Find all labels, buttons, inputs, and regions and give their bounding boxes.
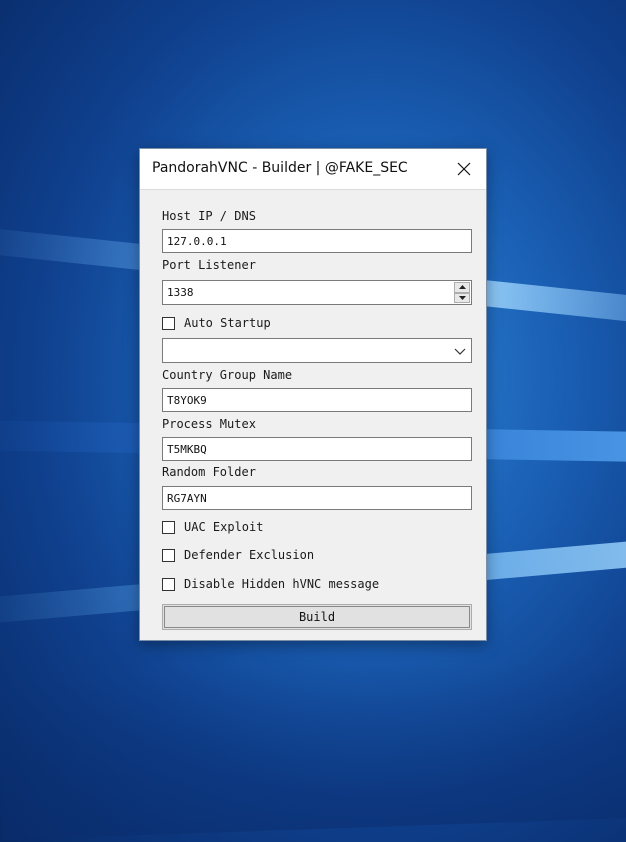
host-label: Host IP / DNS — [162, 209, 256, 223]
uac-checkbox[interactable] — [162, 520, 175, 534]
uac-checkbox-row[interactable]: UAC Exploit — [162, 519, 263, 535]
arrow-up-icon — [458, 285, 466, 290]
title-bar[interactable]: PandorahVNC - Builder | @FAKE_SEC — [140, 149, 486, 189]
mutex-input[interactable] — [162, 437, 472, 461]
host-input[interactable] — [162, 229, 472, 253]
random-folder-label: Random Folder — [162, 465, 256, 479]
port-spin-buttons — [454, 282, 470, 303]
build-button-label: Build — [298, 610, 336, 624]
arrow-down-icon — [458, 295, 466, 300]
startup-dropdown[interactable] — [162, 338, 472, 363]
country-group-input[interactable] — [162, 388, 472, 412]
port-label: Port Listener — [162, 258, 256, 272]
uac-label: UAC Exploit — [184, 520, 264, 534]
port-decrement-button[interactable] — [454, 292, 470, 303]
hvnc-label: Disable Hidden hVNC message — [184, 577, 380, 591]
auto-startup-checkbox[interactable] — [162, 316, 175, 330]
hvnc-checkbox-row[interactable]: Disable Hidden hVNC message — [162, 576, 379, 592]
country-group-label: Country Group Name — [162, 368, 293, 382]
defender-checkbox-row[interactable]: Defender Exclusion — [162, 547, 314, 563]
port-increment-button[interactable] — [454, 282, 470, 293]
close-icon — [457, 162, 471, 176]
window-title: PandorahVNC - Builder | @FAKE_SEC — [152, 160, 408, 176]
title-separator — [140, 189, 486, 190]
defender-label: Defender Exclusion — [184, 548, 315, 562]
mutex-label: Process Mutex — [162, 417, 256, 431]
hvnc-checkbox[interactable] — [162, 577, 175, 591]
port-input[interactable] — [162, 280, 472, 305]
auto-startup-label: Auto Startup — [184, 316, 271, 330]
build-button[interactable]: Build — [162, 604, 472, 630]
builder-window: PandorahVNC - Builder | @FAKE_SEC Host I… — [139, 148, 487, 641]
random-folder-input[interactable] — [162, 486, 472, 510]
close-button[interactable] — [442, 149, 486, 189]
wallpaper-shade — [0, 655, 626, 840]
chevron-down-icon — [454, 348, 466, 355]
defender-checkbox[interactable] — [162, 548, 175, 562]
auto-startup-checkbox-row[interactable]: Auto Startup — [162, 315, 271, 331]
port-stepper — [162, 280, 472, 305]
